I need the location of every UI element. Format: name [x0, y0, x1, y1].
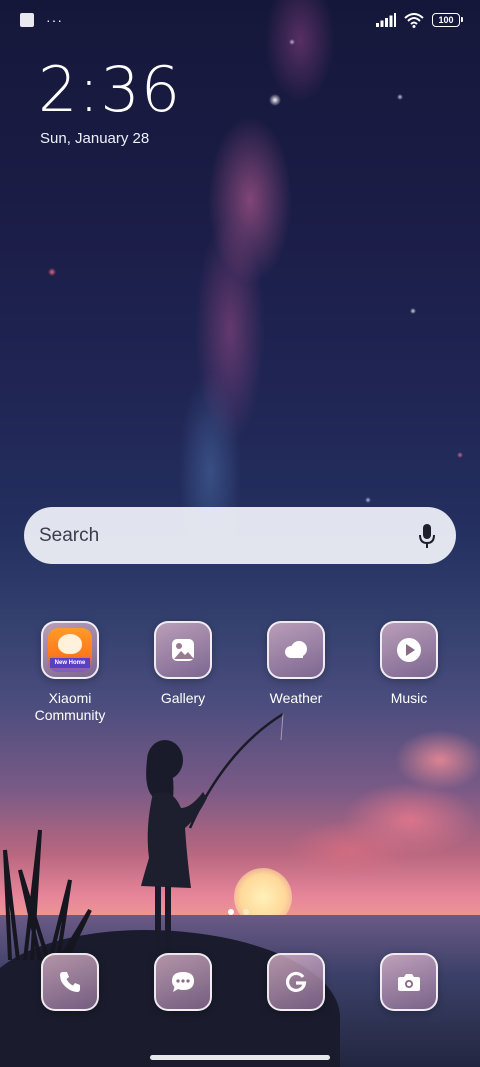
app-xiaomi-community[interactable]: New Home Xiaomi Community: [15, 621, 125, 724]
camera-icon[interactable]: [380, 953, 438, 1011]
notification-square-icon: [20, 13, 34, 27]
wallpaper-girl-silhouette: [141, 740, 207, 952]
dock-messages[interactable]: [128, 953, 238, 1011]
signal-icon: [376, 13, 396, 27]
wallpaper-clouds: [290, 700, 480, 880]
dock-phone[interactable]: [15, 953, 125, 1011]
page-dot: [243, 909, 249, 915]
app-weather[interactable]: Weather: [241, 621, 351, 707]
gallery-icon[interactable]: [154, 621, 212, 679]
app-label: Music: [390, 690, 428, 706]
search-label: Search: [39, 524, 100, 546]
app-label: Weather: [269, 690, 323, 706]
app-label: Gallery: [160, 690, 206, 706]
app-gallery[interactable]: Gallery: [128, 621, 238, 707]
wallpaper-grass: [3, 829, 92, 960]
dock-google[interactable]: [241, 953, 351, 1011]
messages-icon[interactable]: [154, 953, 212, 1011]
status-bar: ··· 100: [0, 0, 480, 40]
wifi-icon: [404, 12, 424, 28]
battery-icon: 100: [432, 13, 463, 27]
google-icon[interactable]: [267, 953, 325, 1011]
page-dot-active: [228, 909, 234, 915]
phone-icon[interactable]: [41, 953, 99, 1011]
music-icon[interactable]: [380, 621, 438, 679]
mic-icon[interactable]: [418, 523, 436, 549]
more-notifications-dots: ···: [46, 12, 63, 28]
app-music[interactable]: Music: [354, 621, 464, 707]
app-label: Xiaomi Community: [34, 690, 106, 723]
search-bar[interactable]: Search: [24, 507, 456, 564]
home-indicator-bar[interactable]: [150, 1055, 330, 1060]
clock-date[interactable]: Sun, January 28: [40, 130, 149, 147]
weather-icon[interactable]: [267, 621, 325, 679]
dock-camera[interactable]: [354, 953, 464, 1011]
xiaomi-community-badge: New Home: [50, 658, 90, 668]
clock-time[interactable]: 2:36: [38, 58, 181, 122]
xiaomi-community-icon[interactable]: New Home: [41, 621, 99, 679]
page-indicator: [228, 909, 249, 915]
